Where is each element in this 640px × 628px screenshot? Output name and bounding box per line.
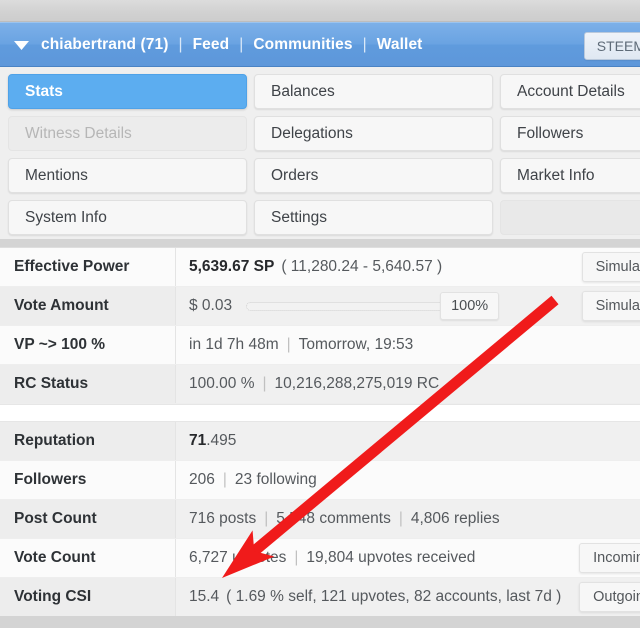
tab-witness-details: Witness Details: [8, 116, 247, 151]
replies-count: 4,806 replies: [410, 510, 500, 527]
tab-row: Stats Balances Account Details: [0, 74, 640, 116]
row-label: Effective Power: [0, 248, 176, 286]
tab-grid: Stats Balances Account Details Witness D…: [0, 67, 640, 239]
simulate-vote-button[interactable]: Simulate: [581, 291, 640, 321]
value-separator: |: [294, 549, 299, 566]
upvotes-given: 6,727 upvotes: [189, 549, 287, 566]
followers-count: 206: [189, 471, 215, 488]
nav-item-feed[interactable]: Feed: [192, 36, 231, 54]
tab-mentions[interactable]: Mentions: [8, 158, 247, 193]
reputation-decimal: .495: [206, 432, 237, 449]
nav-separator-2: |: [239, 35, 244, 53]
value-separator: |: [262, 375, 267, 392]
nav-item-communities[interactable]: Communities: [252, 36, 353, 54]
value-separator: |: [222, 471, 227, 488]
row-label: Vote Amount: [0, 287, 176, 325]
row-value: 6,727 upvotes | 19,804 upvotes received: [176, 539, 640, 577]
tab-followers[interactable]: Followers: [500, 116, 640, 151]
row-label: VP ~> 100 %: [0, 326, 176, 364]
row-label: Reputation: [0, 422, 176, 460]
tab-balances[interactable]: Balances: [254, 74, 493, 109]
tab-orders[interactable]: Orders: [254, 158, 493, 193]
tab-delegations[interactable]: Delegations: [254, 116, 493, 151]
nav-separator-3: |: [362, 35, 367, 53]
row-label: Post Count: [0, 500, 176, 538]
rc-amount: 10,216,288,275,019 RC: [274, 375, 440, 392]
posts-count: 716 posts: [189, 510, 257, 527]
table-row: VP ~> 100 % in 1d 7h 48m | Tomorrow, 19:…: [0, 326, 640, 365]
effective-power-range: ( 11,280.24 - 5,640.57 ): [281, 258, 443, 275]
nav-item-wallet[interactable]: Wallet: [376, 36, 424, 54]
table-row: Reputation 71 .495: [0, 422, 640, 461]
row-value: in 1d 7h 48m | Tomorrow, 19:53: [176, 326, 640, 364]
row-label: Followers: [0, 461, 176, 499]
tab-account-details[interactable]: Account Details: [500, 74, 640, 109]
table-row: Voting CSI 15.4 ( 1.69 % self, 121 upvot…: [0, 578, 640, 616]
voting-csi-details: ( 1.69 % self, 121 upvotes, 82 accounts,…: [226, 588, 562, 605]
vp-eta-absolute: Tomorrow, 19:53: [298, 336, 414, 353]
value-separator: |: [286, 336, 291, 353]
vp-eta-relative: in 1d 7h 48m: [189, 336, 279, 353]
outgoing-votes-button[interactable]: Outgoing: [579, 582, 640, 612]
stats-table: Effective Power 5,639.67 SP ( 11,280.24 …: [0, 247, 640, 616]
slider-track[interactable]: [246, 301, 447, 311]
nav-username[interactable]: chiabertrand (71): [40, 36, 169, 54]
reputation-integer: 71: [189, 432, 207, 449]
row-label: RC Status: [0, 365, 176, 403]
value-separator: |: [264, 510, 269, 527]
table-row: Followers 206 | 23 following: [0, 461, 640, 500]
group-divider: [0, 404, 640, 422]
row-label: Vote Count: [0, 539, 176, 577]
incoming-votes-button[interactable]: Incoming: [579, 543, 640, 573]
row-value: 5,639.67 SP ( 11,280.24 - 5,640.57 ): [176, 248, 640, 286]
tab-row: Witness Details Delegations Followers: [0, 116, 640, 158]
row-value: 716 posts | 5,548 comments | 4,806 repli…: [176, 500, 640, 538]
row-label: Voting CSI: [0, 578, 176, 616]
table-row: RC Status 100.00 % | 10,216,288,275,019 …: [0, 365, 640, 404]
tab-row: Mentions Orders Market Info: [0, 158, 640, 200]
vote-weight-slider[interactable]: 100%: [246, 292, 500, 320]
tab-stats[interactable]: Stats: [8, 74, 247, 109]
table-row: Vote Count 6,727 upvotes | 19,804 upvote…: [0, 539, 640, 578]
nav-right-area: STEEM: [583, 31, 640, 60]
nav-links: chiabertrand (71) | Feed | Communities |…: [40, 36, 423, 54]
table-row: Post Count 716 posts | 5,548 comments | …: [0, 500, 640, 539]
row-value: 100.00 % | 10,216,288,275,019 RC: [176, 365, 640, 403]
tab-settings[interactable]: Settings: [254, 200, 493, 235]
rc-percent: 100.00 %: [189, 375, 255, 392]
tab-market-info[interactable]: Market Info: [500, 158, 640, 193]
row-value: 15.4 ( 1.69 % self, 121 upvotes, 82 acco…: [176, 578, 640, 616]
simulate-power-button[interactable]: Simulate: [581, 252, 640, 282]
comments-count: 5,548 comments: [276, 510, 391, 527]
voting-csi-score: 15.4: [189, 588, 220, 605]
browser-chrome-strip: [0, 0, 640, 22]
app-root: chiabertrand (71) | Feed | Communities |…: [0, 0, 640, 628]
value-separator: |: [398, 510, 403, 527]
nav-separator-1: |: [178, 35, 183, 53]
site-nav-header: chiabertrand (71) | Feed | Communities |…: [0, 22, 640, 67]
following-count: 23 following: [234, 471, 317, 488]
tab-system-info[interactable]: System Info: [8, 200, 247, 235]
effective-power-amount: 5,639.67 SP: [189, 258, 275, 275]
vote-amount-value: $ 0.03: [189, 297, 233, 314]
row-value: 206 | 23 following: [176, 461, 640, 499]
upvotes-received: 19,804 upvotes received: [306, 549, 476, 566]
tab-placeholder: [500, 200, 640, 235]
stats-group-power: Effective Power 5,639.67 SP ( 11,280.24 …: [0, 248, 640, 404]
slider-percent-label: 100%: [440, 292, 500, 320]
table-row: Vote Amount $ 0.03 100% Simulate: [0, 287, 640, 326]
chevron-down-icon[interactable]: [9, 33, 33, 57]
stats-group-social: Reputation 71 .495 Followers 206 | 23 fo…: [0, 422, 640, 616]
row-value: 71 .495: [176, 422, 640, 460]
row-value: $ 0.03 100%: [176, 287, 640, 325]
table-row: Effective Power 5,639.67 SP ( 11,280.24 …: [0, 248, 640, 287]
tab-row: System Info Settings: [0, 200, 640, 242]
steem-button[interactable]: STEEM: [583, 31, 640, 60]
